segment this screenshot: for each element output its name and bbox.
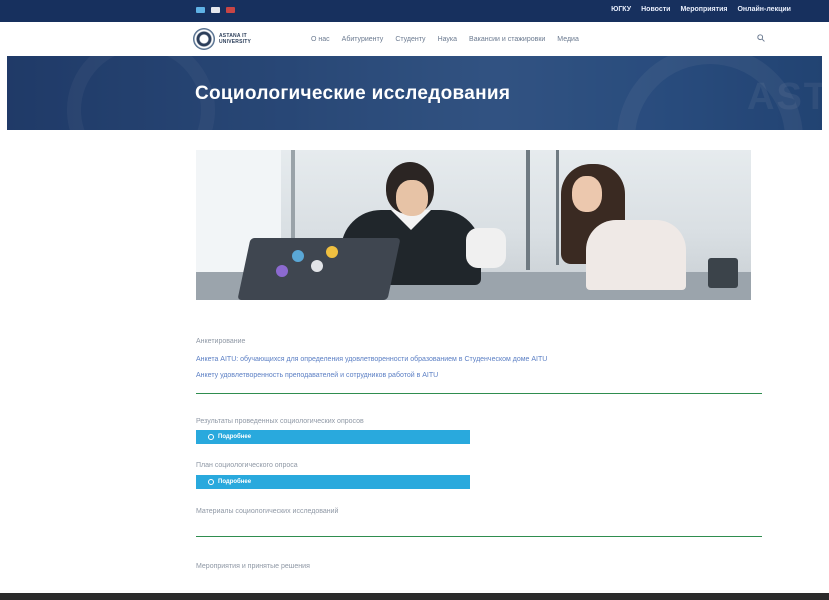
top-link-lectures[interactable]: Онлайн-лекции <box>737 6 791 13</box>
survey-link-students[interactable]: Анкета AITU: обучающихся для определения… <box>196 356 547 363</box>
kz-flag-icon[interactable] <box>196 7 205 13</box>
logo-line-2: UNIVERSITY <box>219 39 252 45</box>
info-circle-icon <box>208 479 214 485</box>
en-flag-icon[interactable] <box>226 7 235 13</box>
language-switcher <box>196 7 235 13</box>
section-label: Анкетирование <box>196 338 246 345</box>
results-label: Результаты проведенных социологических о… <box>196 418 364 425</box>
logo-mark-icon <box>193 28 215 50</box>
menu-item-about[interactable]: О нас <box>311 36 330 43</box>
results-more-label: Подробнее <box>218 434 252 440</box>
survey-link-staff[interactable]: Анкету удовлетворенность преподавателей … <box>196 372 438 379</box>
main-navbar: ASTANA IT UNIVERSITY О нас Абитуриенту С… <box>0 22 829 56</box>
menu-item-students[interactable]: Студенту <box>395 36 425 43</box>
top-bar: ЮГКУ Новости Мероприятия Онлайн-лекции <box>0 0 829 22</box>
plan-label: План социологического опроса <box>196 462 298 469</box>
menu-item-vacancies[interactable]: Вакансии и стажировки <box>469 36 545 43</box>
plan-more-label: Подробнее <box>218 479 252 485</box>
logo-text: ASTANA IT UNIVERSITY <box>219 33 251 45</box>
page-title: Социологические исследования <box>195 83 511 104</box>
top-link-events[interactable]: Мероприятия <box>680 6 727 13</box>
menu-item-media[interactable]: Медиа <box>557 36 579 43</box>
info-circle-icon <box>208 434 214 440</box>
events-decisions-label[interactable]: Мероприятия и принятые решения <box>196 563 310 570</box>
hero-banner: ASTI Социологические исследования <box>7 56 822 130</box>
university-logo[interactable]: ASTANA IT UNIVERSITY <box>193 28 251 50</box>
results-more-button[interactable]: Подробнее <box>196 430 470 444</box>
menu-item-science[interactable]: Наука <box>438 36 457 43</box>
search-icon[interactable] <box>757 34 765 42</box>
top-link-1[interactable]: ЮГКУ <box>611 6 631 13</box>
menu-item-applicants[interactable]: Абитуриенту <box>342 36 384 43</box>
ru-flag-icon[interactable] <box>211 7 220 13</box>
main-menu: О нас Абитуриенту Студенту Наука Ваканси… <box>311 36 579 43</box>
footer-bar <box>0 593 829 600</box>
top-link-news[interactable]: Новости <box>641 6 670 13</box>
plan-more-button[interactable]: Подробнее <box>196 475 470 489</box>
section-divider <box>196 393 762 394</box>
materials-divider <box>196 536 762 537</box>
top-links: ЮГКУ Новости Мероприятия Онлайн-лекции <box>611 6 791 13</box>
students-photo <box>196 150 751 300</box>
materials-label[interactable]: Материалы социологических исследований <box>196 508 338 515</box>
